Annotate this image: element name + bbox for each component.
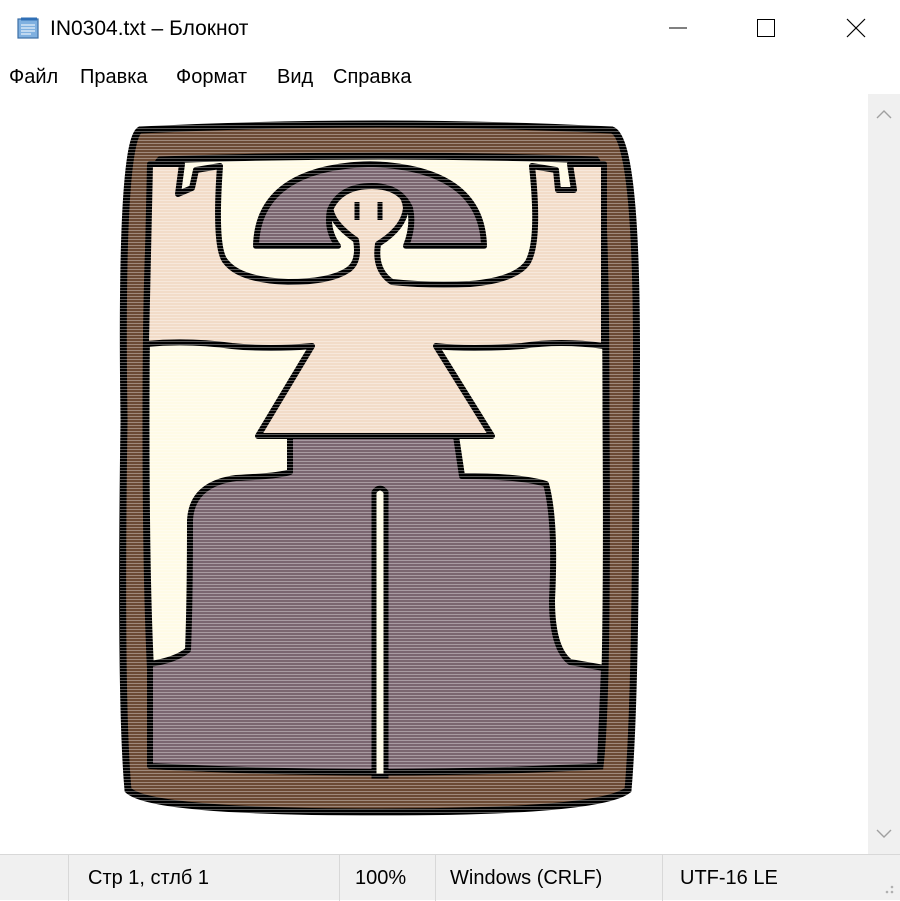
maximize-button[interactable] [722,0,810,56]
status-encoding: UTF-16 LE [680,867,778,889]
close-icon [845,17,867,39]
status-separator [662,855,663,901]
window-title: IN0304.txt – Блокнот [50,17,249,40]
status-separator [68,855,69,901]
minimize-button[interactable] [634,0,722,56]
ascii-art-image [119,115,645,820]
menu-file[interactable]: Файл [9,64,58,90]
title-bar[interactable]: IN0304.txt – Блокнот [0,0,900,60]
status-separator [435,855,436,901]
menu-help[interactable]: Справка [333,64,411,90]
notepad-icon [16,17,42,39]
status-bar: Стр 1, стлб 1 100% Windows (CRLF) UTF-16… [0,854,900,901]
scroll-up-button[interactable] [868,100,900,130]
menu-edit[interactable]: Правка [80,64,148,90]
status-zoom: 100% [355,867,407,889]
resize-grip-icon[interactable] [876,872,896,896]
status-separator [339,855,340,901]
menu-view[interactable]: Вид [277,64,313,90]
status-line-endings: Windows (CRLF) [450,867,603,889]
minimize-icon [668,18,688,38]
maximize-icon [756,18,776,38]
close-button[interactable] [812,0,900,56]
figure-skirt-slit [371,485,389,779]
text-editor[interactable] [0,94,868,854]
scroll-down-button[interactable] [868,820,900,850]
status-cursor-position: Стр 1, стлб 1 [88,867,210,889]
menu-format[interactable]: Формат [176,64,247,90]
menu-bar: Файл Правка Формат Вид Справка [0,60,900,94]
vertical-scrollbar[interactable] [868,94,900,854]
chevron-up-icon [876,106,892,124]
chevron-down-icon [876,826,892,844]
